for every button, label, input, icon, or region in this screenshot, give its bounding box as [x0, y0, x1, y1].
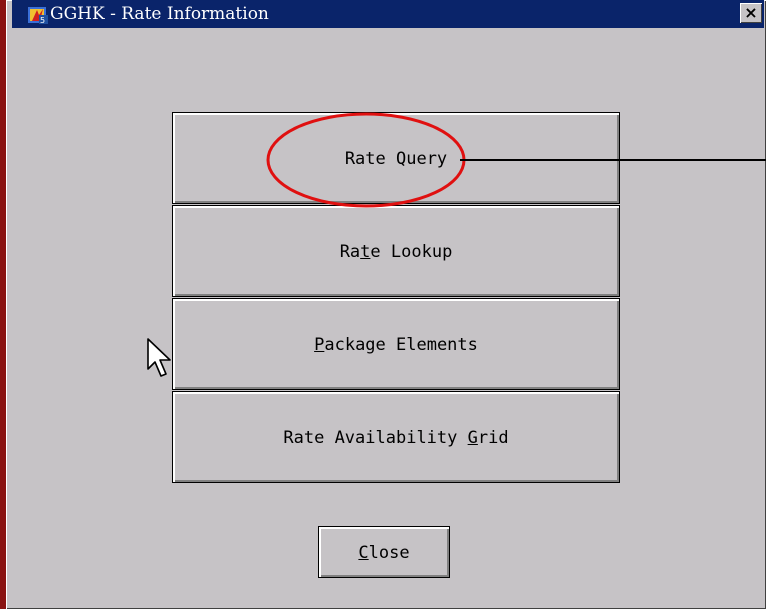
mouse-pointer-icon: [147, 338, 171, 377]
rate-lookup-button[interactable]: Rate Lookup: [172, 205, 620, 297]
close-icon[interactable]: ×: [740, 3, 762, 23]
app-icon: 5: [28, 7, 48, 25]
rate-query-button[interactable]: Rate Query: [172, 112, 620, 204]
title-bar: 5 GGHK - Rate Information: [12, 0, 764, 28]
svg-text:5: 5: [40, 16, 45, 25]
close-button[interactable]: Close: [318, 526, 450, 578]
rate-information-window: 5 GGHK - Rate Information × Rate Query R…: [6, 0, 766, 609]
window-title: GGHK - Rate Information: [50, 4, 269, 24]
package-elements-button[interactable]: Package Elements: [172, 298, 620, 390]
rate-availability-grid-button[interactable]: Rate Availability Grid: [172, 391, 620, 483]
